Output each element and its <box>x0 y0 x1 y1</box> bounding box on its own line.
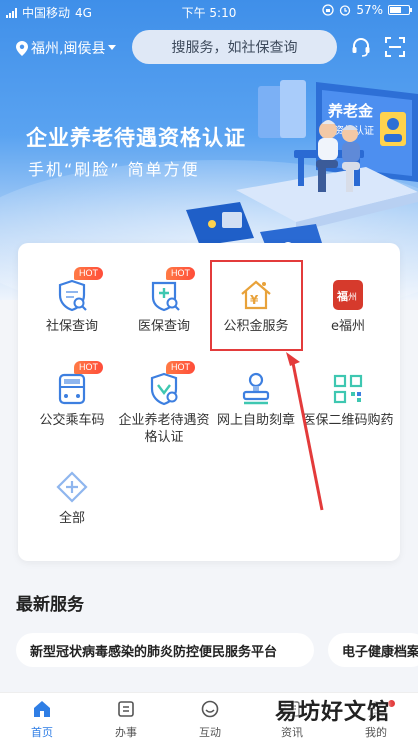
efuzhou-logo-icon: 福州 <box>333 280 363 310</box>
qr-medicine-icon <box>333 374 363 404</box>
svg-text:州: 州 <box>348 292 357 303</box>
headset-icon[interactable] <box>350 36 372 58</box>
tab-label: 办事 <box>115 726 137 739</box>
hot-badge: HOT <box>166 361 195 374</box>
service-label: e福州 <box>331 319 365 334</box>
hot-badge: HOT <box>74 361 103 374</box>
service-grid-card: HOT 社保查询 HOT 医保查询 ¥ 公积金服务 福州 e福州 HOT 公交乘… <box>18 243 400 561</box>
service-label: 全部 <box>58 511 85 526</box>
tab-label: 资讯 <box>281 726 303 739</box>
service-label: 医保查询 <box>137 319 190 334</box>
location-selector[interactable]: 福州,闽侯县 <box>16 38 117 58</box>
scan-icon[interactable] <box>384 36 406 58</box>
banner-illustration: 养老金 资格认证 <box>186 80 418 262</box>
tab-label: 我的 <box>365 726 387 739</box>
service-label: 公积金服务 <box>223 319 289 334</box>
watermark: 易坊好文馆 <box>274 700 390 725</box>
service-efuzhou[interactable]: 福州 e福州 <box>302 275 394 335</box>
service-pension-verify[interactable]: HOT 企业养老待遇资格认证 <box>118 361 210 446</box>
tab-label: 首页 <box>31 726 53 739</box>
service-label: 企业养老待遇资格认证 <box>118 413 210 445</box>
service-label: 公交乘车码 <box>39 413 105 428</box>
bus-code-icon <box>58 373 86 405</box>
service-social-security[interactable]: HOT 社保查询 <box>26 267 118 335</box>
location-pin-icon <box>16 40 28 56</box>
service-online-stamp[interactable]: 网上自助刻章 <box>210 369 302 429</box>
stamp-icon <box>242 372 270 405</box>
housing-fund-house-icon: ¥ <box>241 280 271 310</box>
social-security-shield-icon <box>58 279 87 312</box>
latest-services-title: 最新服务 <box>16 595 84 615</box>
service-qr-medicine[interactable]: 医保二维码购药 <box>302 369 394 429</box>
battery-icon <box>388 5 412 15</box>
chevron-down-icon <box>108 45 117 50</box>
search-input[interactable]: 搜服务，如社保查询 <box>132 30 337 64</box>
tab-interact[interactable]: 互动 <box>180 699 240 740</box>
home-icon <box>34 701 50 717</box>
service-label: 社保查询 <box>45 319 98 334</box>
service-all[interactable]: 全部 <box>26 467 118 527</box>
interact-icon <box>201 700 219 718</box>
top-bar: 福州,闽侯县 搜服务，如社保查询 <box>0 30 418 64</box>
tab-affairs[interactable]: 办事 <box>96 699 156 740</box>
tab-label: 互动 <box>199 726 221 739</box>
svg-text:福: 福 <box>336 289 348 303</box>
service-housing-fund[interactable]: ¥ 公积金服务 <box>210 275 302 335</box>
hot-badge: HOT <box>74 267 103 280</box>
tab-home[interactable]: 首页 <box>12 699 72 740</box>
alarm-icon <box>340 5 351 16</box>
svg-text:¥: ¥ <box>250 293 259 307</box>
banner-sign-title: 养老金 <box>327 102 374 120</box>
pension-verify-icon <box>150 372 178 406</box>
latest-service-chip[interactable]: 新型冠状病毒感染的肺炎防控便民服务平台 <box>16 633 314 667</box>
affairs-icon <box>118 701 134 717</box>
hot-badge: HOT <box>166 267 195 280</box>
service-medical-insurance[interactable]: HOT 医保查询 <box>118 267 210 335</box>
service-label: 网上自助刻章 <box>216 413 295 428</box>
medical-insurance-icon <box>151 281 180 312</box>
all-services-icon <box>56 471 88 503</box>
latest-service-chip[interactable]: 电子健康档案 <box>328 633 418 667</box>
service-label: 医保二维码购药 <box>302 413 394 428</box>
battery-percent: 57% <box>356 3 383 17</box>
location-label: 福州,闽侯县 <box>31 41 106 57</box>
lock-rotation-icon <box>322 4 334 16</box>
service-bus-code[interactable]: HOT 公交乘车码 <box>26 361 118 429</box>
banner-subtitle: 手机“刷脸” 简单方便 <box>28 160 200 179</box>
status-bar: 中国移动 4G 下午 5:10 57% <box>0 0 418 22</box>
